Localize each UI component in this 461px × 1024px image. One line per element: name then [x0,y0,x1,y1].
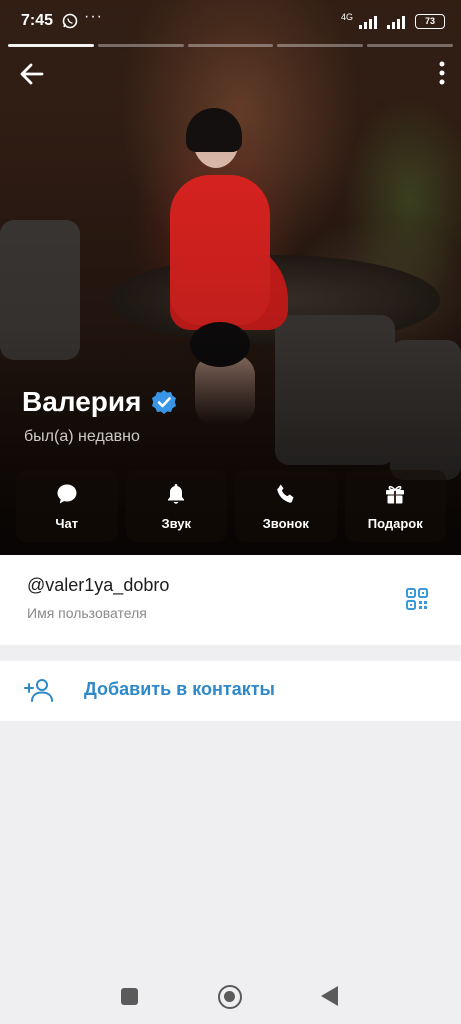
story-progress-bar [8,44,453,47]
bell-icon [168,483,185,504]
home-icon[interactable] [218,985,242,1009]
status-more-indicator: ··· [84,8,103,25]
story-progress-segment [8,44,94,47]
profile-name-row: Валерия [22,386,177,418]
system-nav-bar [0,972,461,1024]
add-contact-row[interactable]: Добавить в контакты [0,661,461,721]
status-time: 7:45 [21,12,54,29]
signal-icon-2 [387,15,409,29]
call-button-label: Звонок [262,515,309,531]
story-progress-segment [367,44,453,47]
story-progress-segment [97,44,184,47]
profile-name: Валерия [22,386,142,417]
status-right-group: 4G 73 [340,11,445,29]
chat-button-label: Чат [55,515,79,531]
username-label: Имя пользователя [27,605,147,621]
story-progress-segment [187,44,274,47]
signal-icon [359,15,381,29]
chat-button[interactable]: Чат [16,470,118,542]
battery-icon: 73 [415,14,445,29]
phone-icon [277,484,294,503]
profile-photo[interactable]: 7:45 ··· 4G 73 Валерия был(а) недавно Ча… [0,0,461,555]
sound-button[interactable]: Звук [125,470,227,542]
nav-back-icon[interactable] [321,986,338,1006]
sound-button-label: Звук [161,515,192,531]
profile-screen: 7:45 ··· 4G 73 Валерия был(а) недавно Ча… [0,0,461,1024]
username-value: @valer1ya_dobro [27,575,170,595]
network-type-label: 4G [340,11,353,22]
status-bar: 7:45 ··· 4G 73 [0,0,461,40]
story-progress-segment [277,44,364,47]
gift-icon [386,485,405,503]
add-contact-label: Добавить в контакты [84,679,275,699]
whatsapp-icon [62,13,78,29]
add-user-icon [24,679,53,702]
more-vert-icon[interactable] [437,60,447,86]
qr-code-icon[interactable] [405,587,429,611]
last-seen-status: был(а) недавно [24,428,140,445]
back-arrow-icon[interactable] [18,60,46,88]
recent-apps-icon[interactable] [121,988,138,1005]
profile-actions: Чат Звук Звонок Подарок [16,470,446,542]
verified-badge-icon[interactable] [151,389,177,415]
call-button[interactable]: Звонок [235,470,337,542]
chat-icon [57,484,77,503]
gift-button[interactable]: Подарок [344,470,446,542]
gift-button-label: Подарок [367,515,423,531]
username-card[interactable]: @valer1ya_dobro Имя пользователя [0,555,461,645]
